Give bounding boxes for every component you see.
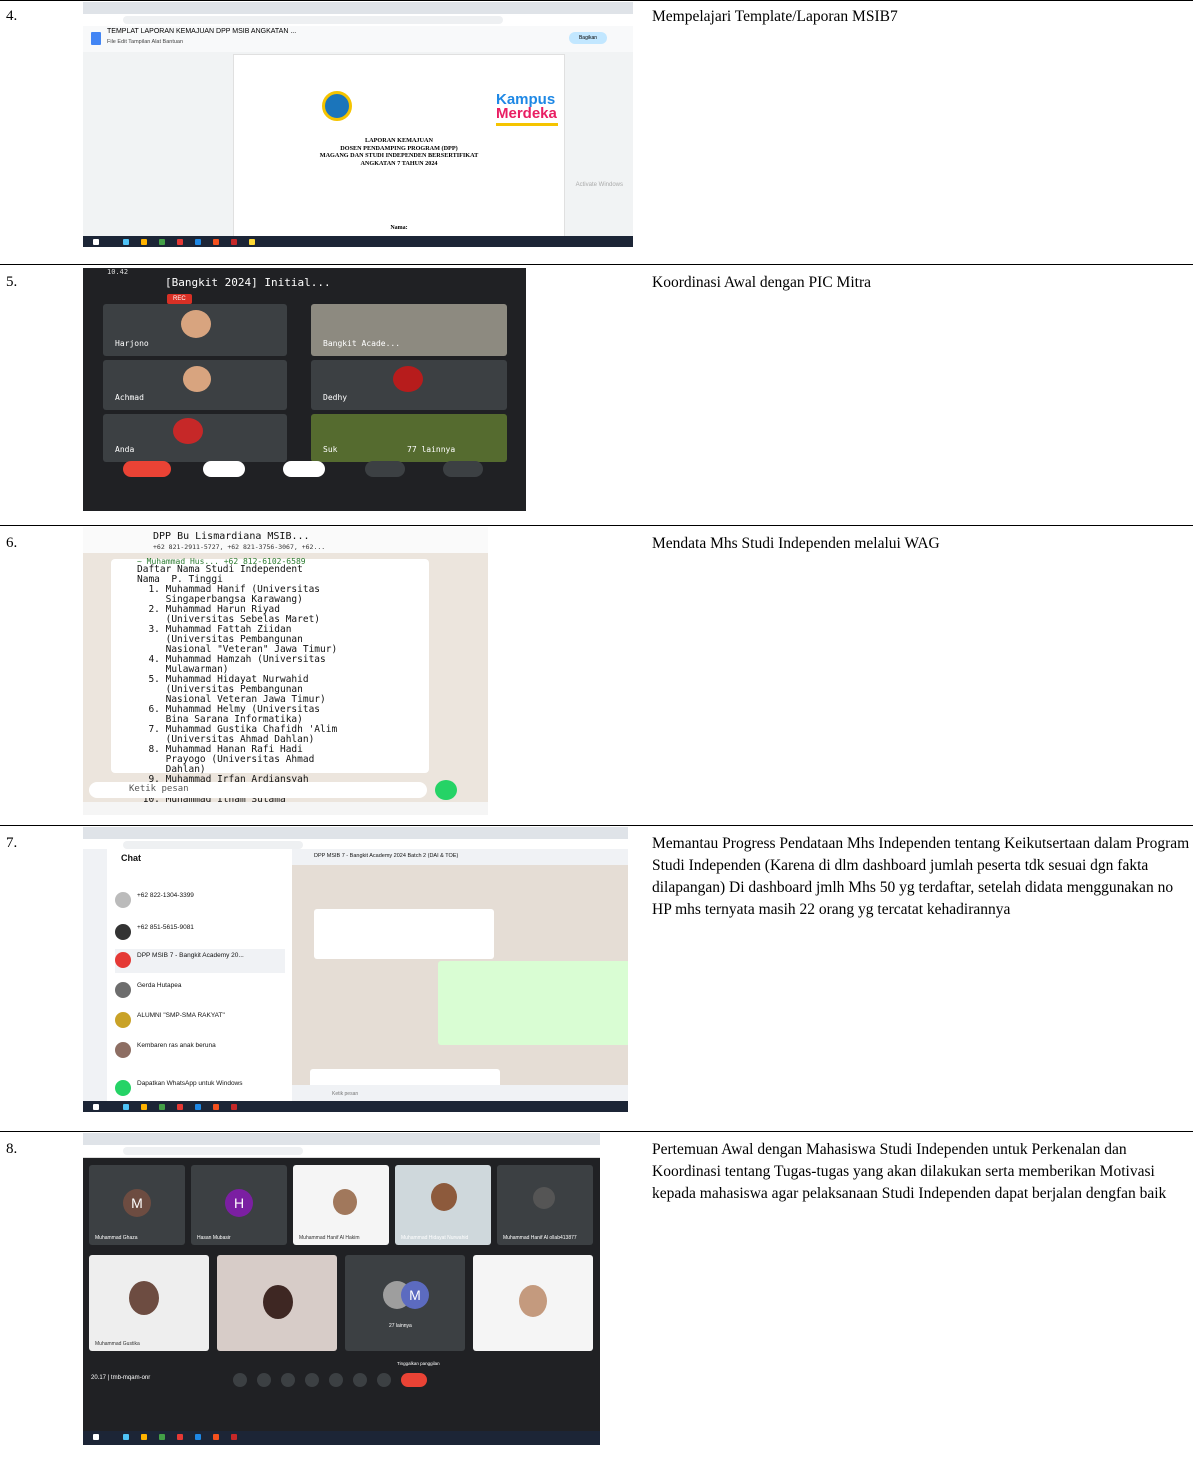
screenshot-google-docs: TEMPLAT LAPORAN KEMAJUAN DPP MSIB ANGKAT… — [83, 2, 633, 247]
row-description: Mendata Mhs Studi Independen melalui WAG — [652, 535, 940, 552]
camera-button — [203, 461, 245, 477]
row-number: 5. — [6, 274, 18, 290]
list-item: +62 851-5615-9081 — [115, 921, 285, 945]
participant-tile: Muhammad Hanif Al Hakim — [293, 1165, 389, 1245]
status-bar-time: 10.42 — [107, 268, 129, 276]
end-call-button — [123, 461, 171, 477]
leave-tooltip: Tinggalkan panggilan — [397, 1361, 440, 1366]
row-description: Mempelajari Template/Laporan MSIB7 — [652, 8, 898, 25]
participant-tile: M 27 lainnya — [345, 1255, 465, 1351]
camera-button — [257, 1373, 271, 1387]
screenshot-video-call: 10.42 [Bangkit 2024] Initial... REC Harj… — [83, 268, 526, 511]
row-divider — [0, 525, 1193, 526]
kampus-merdeka-logo: Kampus Merdeka — [496, 92, 558, 126]
doc-page: Kampus Merdeka LAPORAN KEMAJUAN DOSEN PE… — [233, 54, 565, 242]
more-options-button — [377, 1373, 391, 1387]
list-item: Gerda Hutapea — [115, 979, 285, 1003]
doc-heading: LAPORAN KEMAJUAN DOSEN PENDAMPING PROGRA… — [319, 137, 479, 167]
participant-photo — [393, 366, 423, 392]
screenshot-google-meet: M Muhammad Ghaza H Hasan Mubasir Muhamma… — [83, 1133, 600, 1445]
participant-tile: M Muhammad Ghaza — [89, 1165, 185, 1245]
download-banner: Dapatkan WhatsApp untuk Windows — [115, 1077, 285, 1101]
doc-name-label: Nama: — [390, 225, 408, 231]
group-members: +62 821-2911-5727, +62 821-3756-3067, +6… — [153, 543, 326, 551]
browser-tab-strip — [83, 827, 628, 839]
share-button: Bagikan — [569, 32, 607, 44]
browser-tab-strip — [83, 2, 633, 14]
docs-icon — [91, 32, 101, 45]
row-number: 8. — [6, 1141, 18, 1157]
participant-tile: Muhammad Hanif Al ollab413877 — [497, 1165, 593, 1245]
participant-tile: Anda — [103, 414, 287, 462]
message-input: Ketik pesan — [332, 1091, 359, 1097]
doc-title: TEMPLAT LAPORAN KEMAJUAN DPP MSIB ANGKAT… — [107, 28, 297, 35]
participant-tile: Muhammad Hidayat Nurwahid — [395, 1165, 491, 1245]
activate-windows-watermark: Activate Windows — [575, 182, 623, 188]
mic-button — [233, 1373, 247, 1387]
row-divider — [0, 1131, 1193, 1132]
screenshot-whatsapp-group: DPP Bu Lismardiana MSIB... +62 821-2911-… — [83, 527, 488, 815]
screenshot-whatsapp-web: Chat +62 822-1304-3399 +62 851-5615-9081… — [83, 827, 628, 1112]
call-title: [Bangkit 2024] Initial... — [165, 276, 331, 289]
more-options-button — [443, 461, 483, 477]
list-item: ALUMNI "SMP-SMA RAKYAT" — [115, 1009, 285, 1033]
raise-hand-button — [353, 1373, 367, 1387]
rec-badge: REC — [167, 294, 192, 304]
chat-header: DPP Bu Lismardiana MSIB... +62 821-2911-… — [83, 527, 488, 553]
group-title: DPP Bu Lismardiana MSIB... — [153, 531, 310, 542]
chat-list-title: Chat — [121, 853, 141, 863]
row-divider — [0, 264, 1193, 265]
tut-wuri-handayani-logo — [322, 91, 352, 121]
participant-tile: Muhammad Gustika — [89, 1255, 209, 1351]
mic-icon — [435, 780, 457, 800]
browser-tab-strip — [83, 1133, 600, 1145]
participant-photo — [173, 418, 203, 444]
chat-pane: DPP MSIB 7 - Bangkit Academy 2024 Batch … — [292, 849, 628, 1101]
message-text: Daftar Nama Studi Independent Nama P. Ti… — [137, 564, 338, 816]
meet-control-bar: 20.17 | tmb-mqam-onr Tinggalkan panggila… — [83, 1361, 600, 1395]
windows-taskbar — [83, 1431, 600, 1445]
list-item: +62 822-1304-3399 — [115, 889, 285, 913]
message-input: Ketik pesan — [89, 782, 427, 798]
browser-url-bar — [83, 1145, 600, 1158]
meeting-code: 20.17 | tmb-mqam-onr — [91, 1375, 151, 1381]
participant-tile: Achmad — [103, 360, 287, 410]
message-bubble — [438, 961, 628, 1045]
message-bubble — [314, 909, 494, 959]
windows-taskbar — [83, 236, 633, 247]
row-description: Pertemuan Awal dengan Mahasiswa Studi In… — [652, 1141, 1167, 1202]
participant-tile — [473, 1255, 593, 1351]
list-item: Kembaren ras anak beruna — [115, 1039, 285, 1063]
participant-tile: Suk 77 lainnya — [311, 414, 507, 462]
row-number: 7. — [6, 835, 18, 851]
whatsapp-nav-rail — [83, 849, 108, 1101]
windows-taskbar — [83, 1101, 628, 1112]
mic-button — [283, 461, 325, 477]
chat-header-title: DPP MSIB 7 - Bangkit Academy 2024 Batch … — [314, 853, 459, 859]
list-item: DPP MSIB 7 - Bangkit Academy 20... — [115, 949, 285, 973]
participant-tile: Bangkit Acade... — [311, 304, 507, 356]
android-nav-bar — [83, 802, 488, 815]
leave-call-button — [401, 1373, 427, 1387]
doc-menu: File Edit Tampilan Alat Bantuan — [107, 39, 184, 45]
participant-tile: Harjono — [103, 304, 287, 356]
participant-photo — [183, 366, 211, 392]
chat-list: Chat +62 822-1304-3399 +62 851-5615-9081… — [107, 849, 293, 1101]
participant-tile: H Hasan Mubasir — [191, 1165, 287, 1245]
row-number: 4. — [6, 8, 18, 24]
row-divider — [0, 825, 1193, 826]
reactions-button — [305, 1373, 319, 1387]
docs-toolbar: TEMPLAT LAPORAN KEMAJUAN DPP MSIB ANGKAT… — [83, 26, 633, 52]
row-number: 6. — [6, 535, 18, 551]
row-description: Memantau Progress Pendataan Mhs Independ… — [652, 835, 1190, 918]
participant-tile — [217, 1255, 337, 1351]
participant-tile: Dedhy — [311, 360, 507, 410]
captions-button — [281, 1373, 295, 1387]
row-divider — [0, 0, 1193, 1]
participant-photo — [181, 310, 211, 338]
row-description: Koordinasi Awal dengan PIC Mitra — [652, 274, 871, 291]
present-button — [329, 1373, 343, 1387]
raise-hand-button — [365, 461, 405, 477]
